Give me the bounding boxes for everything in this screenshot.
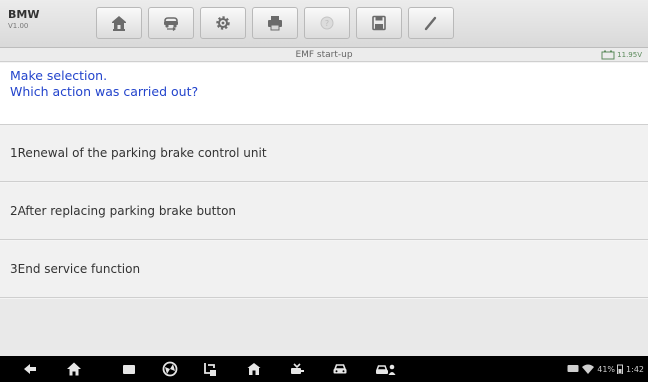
battery-icon xyxy=(617,364,624,374)
battery-percent: 41% xyxy=(597,364,616,374)
vehicle-swap-icon xyxy=(164,17,178,31)
recent-apps-button[interactable] xyxy=(121,361,137,377)
browser-button[interactable] xyxy=(162,361,178,377)
toolbar-buttons: ? xyxy=(96,7,460,39)
prompt-line-1: Make selection. xyxy=(10,68,108,83)
print-button[interactable] xyxy=(252,7,298,39)
message-icon xyxy=(567,365,579,372)
shortcut-button[interactable] xyxy=(202,361,218,377)
option-after-replacing-button[interactable]: 2After replacing parking brake button xyxy=(0,183,648,240)
home-icon xyxy=(112,16,126,31)
voltage-value: 11.95V xyxy=(617,51,642,59)
back-button[interactable] xyxy=(22,361,38,377)
home-button[interactable] xyxy=(96,7,142,39)
home-icon xyxy=(67,362,81,376)
vehicle-brand: BMW V1.00 xyxy=(8,9,39,30)
recent-apps-icon xyxy=(123,365,135,374)
car-icon xyxy=(333,364,347,374)
option-label: 3End service function xyxy=(10,262,141,276)
autel-home-icon xyxy=(247,363,261,375)
home-nav-button[interactable] xyxy=(66,361,82,377)
option-end-service-function[interactable]: 3End service function xyxy=(0,241,648,298)
save-button[interactable] xyxy=(356,7,402,39)
vehicle-swap-button[interactable] xyxy=(148,7,194,39)
shortcut-icon xyxy=(204,363,216,376)
prompt-line-2: Which action was carried out? xyxy=(10,84,199,99)
settings-button[interactable] xyxy=(200,7,246,39)
svg-text:?: ? xyxy=(325,19,329,28)
battery-icon xyxy=(601,50,615,60)
option-label: 2After replacing parking brake button xyxy=(10,204,237,218)
pen-icon xyxy=(424,16,437,31)
car-service-icon xyxy=(375,364,396,375)
top-toolbar: BMW V1.00 ? xyxy=(0,0,648,48)
software-version: V1.00 xyxy=(8,22,29,30)
battery-voltage-indicator: 11.95V xyxy=(601,48,642,62)
browser-icon xyxy=(162,361,178,377)
empty-list-area xyxy=(0,299,648,356)
data-logging-button[interactable] xyxy=(408,7,454,39)
printer-icon xyxy=(268,16,282,31)
car-service-button[interactable] xyxy=(375,361,397,377)
function-title-bar: EMF start-up 11.95V xyxy=(0,48,648,62)
option-label: 1Renewal of the parking brake control un… xyxy=(10,146,267,160)
help-icon: ? xyxy=(320,16,334,30)
autel-home-button[interactable] xyxy=(246,361,262,377)
selection-prompt: Make selection. Which action was carried… xyxy=(0,63,648,125)
system-status: 41% 1:42 xyxy=(567,356,644,382)
vci-icon xyxy=(291,363,304,374)
system-navigation-bar: 41% 1:42 xyxy=(0,356,648,382)
save-icon xyxy=(372,15,386,31)
brand-name: BMW xyxy=(8,8,40,21)
option-renewal-control-unit[interactable]: 1Renewal of the parking brake control un… xyxy=(0,125,648,182)
wifi-icon xyxy=(582,364,595,374)
selection-list: Make selection. Which action was carried… xyxy=(0,63,648,356)
gear-icon xyxy=(216,16,230,30)
car-button[interactable] xyxy=(332,361,348,377)
clock: 1:42 xyxy=(626,364,644,374)
vci-button[interactable] xyxy=(289,361,305,377)
help-button[interactable]: ? xyxy=(304,7,350,39)
page-title: EMF start-up xyxy=(295,50,353,60)
back-icon xyxy=(24,364,36,374)
